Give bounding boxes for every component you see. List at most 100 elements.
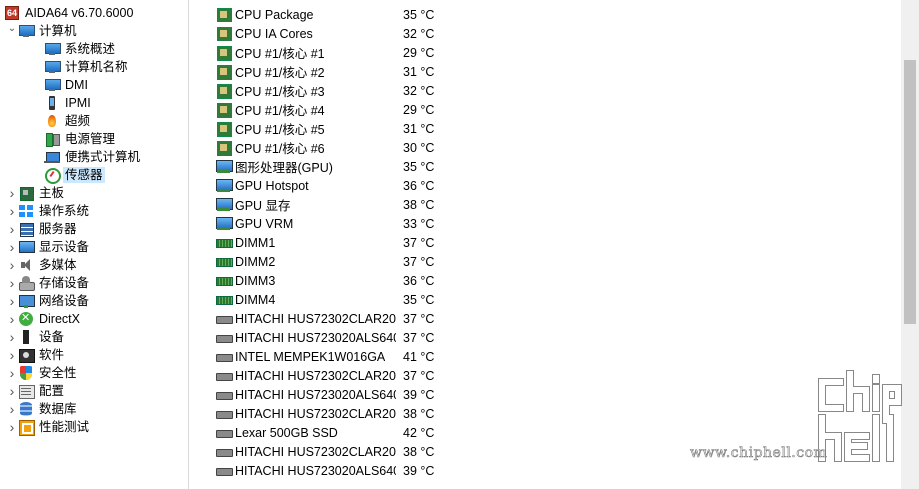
sensor-row[interactable]: INTEL MEMPEK1W016GA 41 °C xyxy=(196,347,896,366)
sensor-name-cell: HITACHI HUS72302CLAR200... xyxy=(216,444,396,459)
tree-item[interactable]: › 多媒体 xyxy=(6,256,79,274)
tree-item-label: 设备 xyxy=(39,330,65,344)
scrollbar-thumb[interactable] xyxy=(904,60,916,324)
tree-item-label: 操作系统 xyxy=(39,204,90,218)
phone-icon xyxy=(44,95,60,111)
sensor-row[interactable]: GPU VRM 33 °C xyxy=(196,214,896,233)
chevron-right-icon[interactable]: › xyxy=(6,383,18,399)
tree-item-child[interactable]: 便携式计算机 xyxy=(44,148,142,166)
sensor-row[interactable]: CPU #1/核心 #4 29 °C xyxy=(196,100,896,119)
tree-item[interactable]: › 显示设备 xyxy=(6,238,91,256)
config-icon xyxy=(18,383,35,399)
dimm-icon xyxy=(216,254,233,269)
sensor-name-cell: CPU #1/核心 #3 xyxy=(216,81,396,100)
tree-item-child[interactable]: 计算机名称 xyxy=(44,58,130,76)
sensor-name-cell: GPU VRM xyxy=(216,216,396,231)
tree-item[interactable]: › 软件 xyxy=(6,346,66,364)
sensor-value: 37 °C xyxy=(403,254,435,269)
disk-icon xyxy=(216,349,233,364)
sensor-value: 29 °C xyxy=(403,102,435,117)
sensor-row[interactable]: DIMM3 36 °C xyxy=(196,271,896,290)
tree-item[interactable]: › 操作系统 xyxy=(6,202,91,220)
tree-item-label: 网络设备 xyxy=(39,294,90,308)
tree-item[interactable]: › 性能测试 xyxy=(6,418,91,436)
gauge-icon xyxy=(44,167,61,184)
chevron-right-icon[interactable]: › xyxy=(6,203,18,219)
tree-item-child[interactable]: 超频 xyxy=(44,112,92,130)
sensor-value: 37 °C xyxy=(403,311,435,326)
tree-item[interactable]: › 安全性 xyxy=(6,364,79,382)
sensor-row[interactable]: HITACHI HUS723020ALS640 ... 37 °C xyxy=(196,328,896,347)
chevron-right-icon[interactable]: › xyxy=(6,257,18,273)
chevron-right-icon[interactable]: › xyxy=(6,419,18,435)
chevron-right-icon[interactable]: › xyxy=(6,347,18,363)
gpu-icon xyxy=(216,216,233,231)
chevron-down-icon[interactable]: ⌄ xyxy=(6,22,18,34)
tree-item-label: DirectX xyxy=(39,312,80,326)
tree-item-child[interactable]: 系统概述 xyxy=(44,40,117,58)
sensor-name-cell: CPU #1/核心 #4 xyxy=(216,100,396,119)
tree-item-child[interactable]: DMI xyxy=(44,76,90,94)
sensor-name-cell: HITACHI HUS723020ALS640 ... xyxy=(216,330,396,345)
sensor-name-cell: DIMM3 xyxy=(216,273,396,288)
chevron-right-icon[interactable]: › xyxy=(6,401,18,417)
sensor-row[interactable]: DIMM2 37 °C xyxy=(196,252,896,271)
sensor-name-cell: HITACHI HUS72302CLAR200... xyxy=(216,368,396,383)
sensor-value: 35 °C xyxy=(403,292,435,307)
sensor-name: INTEL MEMPEK1W016GA xyxy=(235,349,386,364)
sensor-value: 29 °C xyxy=(403,45,435,60)
tree-item-label: DMI xyxy=(65,78,88,92)
gpu-icon xyxy=(216,197,233,212)
sensor-name-cell: HITACHI HUS723020ALS640 ... xyxy=(216,387,396,402)
tree-item-label: 计算机名称 xyxy=(65,60,128,74)
tree-item-child[interactable]: 电源管理 xyxy=(44,130,117,148)
sensor-row[interactable]: CPU #1/核心 #6 30 °C xyxy=(196,138,896,157)
sensor-row[interactable]: HITACHI HUS72302CLAR200... 37 °C xyxy=(196,309,896,328)
tree-item[interactable]: › 数据库 xyxy=(6,400,79,418)
tree-item[interactable]: › 配置 xyxy=(6,382,66,400)
sensor-name: DIMM2 xyxy=(235,254,276,269)
chevron-right-icon[interactable]: › xyxy=(6,293,18,309)
chevron-right-icon[interactable]: › xyxy=(6,275,18,291)
chevron-right-icon[interactable]: › xyxy=(6,329,18,345)
panel-splitter[interactable] xyxy=(189,0,196,489)
tree-item[interactable]: › 服务器 xyxy=(6,220,79,238)
sensor-value: 33 °C xyxy=(403,216,435,231)
tree-item-label: 显示设备 xyxy=(39,240,90,254)
cpu-chip-icon xyxy=(216,45,232,61)
disk-icon xyxy=(216,444,233,459)
tree-item-computer[interactable]: ⌄ 计算机 xyxy=(6,22,79,40)
sensor-row[interactable]: CPU Package 35 °C xyxy=(196,5,896,24)
windows-icon xyxy=(18,203,34,219)
sensor-row[interactable]: GPU 显存 38 °C xyxy=(196,195,896,214)
sensor-name: GPU 显存 xyxy=(235,199,291,213)
tree-item[interactable]: › 存储设备 xyxy=(6,274,91,292)
tree-item-label: 服务器 xyxy=(39,222,77,236)
sensor-row[interactable]: DIMM1 37 °C xyxy=(196,233,896,252)
chevron-right-icon[interactable]: › xyxy=(6,365,18,381)
chevron-right-icon[interactable]: › xyxy=(6,311,18,327)
chevron-right-icon[interactable]: › xyxy=(6,185,18,201)
sensor-name: GPU VRM xyxy=(235,216,294,231)
tree-item[interactable]: › DirectX xyxy=(6,310,82,328)
sensor-row[interactable]: CPU #1/核心 #5 31 °C xyxy=(196,119,896,138)
app-title-row[interactable]: 64 AIDA64 v6.70.6000 xyxy=(5,4,135,22)
sensor-row[interactable]: CPU #1/核心 #3 32 °C xyxy=(196,81,896,100)
chevron-right-icon[interactable]: › xyxy=(6,221,18,237)
tree-item-child[interactable]: IPMI xyxy=(44,94,93,112)
tree-item-label: 超频 xyxy=(65,114,91,128)
sensor-name-cell: GPU Hotspot xyxy=(216,178,396,193)
tree-item[interactable]: › 网络设备 xyxy=(6,292,91,310)
sensor-row[interactable]: CPU #1/核心 #1 29 °C xyxy=(196,43,896,62)
tree-item[interactable]: › 设备 xyxy=(6,328,66,346)
monitor-icon xyxy=(44,41,61,57)
sensor-row[interactable]: CPU #1/核心 #2 31 °C xyxy=(196,62,896,81)
sensor-row[interactable]: DIMM4 35 °C xyxy=(196,290,896,309)
tree-item[interactable]: › 主板 xyxy=(6,184,66,202)
sensor-row[interactable]: CPU IA Cores 32 °C xyxy=(196,24,896,43)
chevron-right-icon[interactable]: › xyxy=(6,239,18,255)
sensor-row[interactable]: GPU Hotspot 36 °C xyxy=(196,176,896,195)
tree-item-sensor-selected[interactable]: 传感器 xyxy=(44,166,105,184)
sensor-row[interactable]: 图形处理器(GPU) 35 °C xyxy=(196,157,896,176)
sensor-value: 38 °C xyxy=(403,406,435,421)
